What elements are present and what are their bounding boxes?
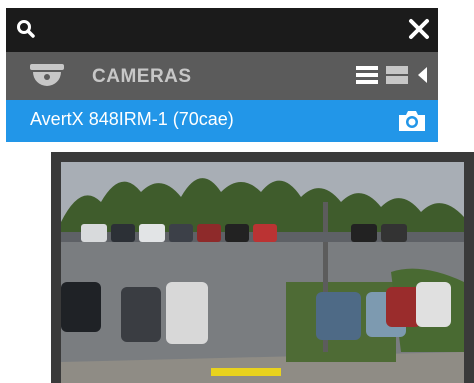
camera-row[interactable]: AvertX 848IRM-1 (70cae) — [6, 100, 438, 142]
camera-panel: CAMERAS AvertX 848IRM-1 (70cae) — [6, 8, 438, 142]
snapshot-camera-icon[interactable] — [396, 109, 428, 138]
camera-video-feed[interactable] — [51, 152, 474, 383]
camera-name: AvertX 848IRM-1 (70cae) — [30, 109, 234, 129]
list-view-icon[interactable] — [356, 65, 378, 90]
section-title: CAMERAS — [92, 66, 192, 87]
grid-view-icon[interactable] — [386, 65, 408, 90]
dome-camera-icon — [27, 62, 67, 95]
cameras-header: CAMERAS — [6, 52, 438, 100]
collapse-arrow-icon[interactable] — [416, 65, 428, 90]
video-frame — [61, 162, 464, 383]
search-bar[interactable] — [6, 8, 438, 52]
close-icon[interactable] — [408, 18, 430, 45]
search-icon[interactable] — [16, 19, 36, 44]
view-tools — [356, 65, 428, 90]
